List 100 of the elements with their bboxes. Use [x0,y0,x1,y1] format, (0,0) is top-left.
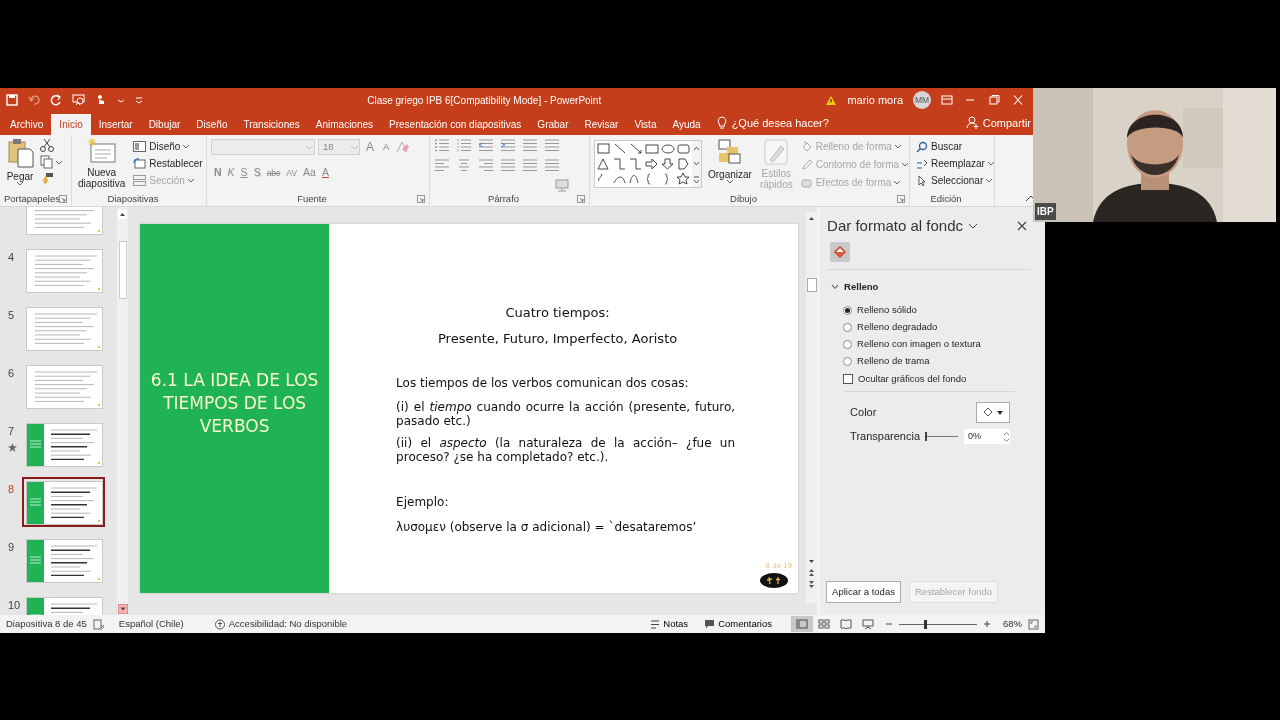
decrease-indent-icon[interactable] [478,138,494,153]
align-center-icon[interactable] [456,158,472,173]
justify-icon[interactable] [500,158,516,173]
caret-icon[interactable] [986,178,993,183]
search-prompt[interactable]: ¿Qué desea hacer? [731,114,829,131]
chevron-icon[interactable] [968,222,978,231]
caret-icon[interactable] [726,180,733,184]
bullet-list-icon[interactable] [434,138,450,153]
zoom-slider-thumb[interactable] [923,619,927,629]
ribbon-command[interactable]: Reemplazar [914,155,996,172]
spellcheck-icon[interactable] [92,618,105,630]
format-button[interactable]: K [224,164,238,182]
radio-option[interactable]: Relleno degradado [843,318,938,336]
ribbon-tab[interactable]: Ayuda [664,114,709,135]
previous-slide-icon[interactable] [807,567,817,577]
ribbon-tab[interactable]: Archivo [2,114,52,135]
radio-button[interactable] [843,356,853,366]
format-button[interactable]: A [318,164,332,182]
checkbox[interactable] [843,374,854,384]
presentation-icon[interactable] [72,94,85,106]
ribbon-tab[interactable]: Presentación con diapositivas [381,114,530,135]
line-spacing-icon[interactable] [522,138,538,153]
language-indicator[interactable]: Español (Chile) [118,616,184,632]
arrange-button[interactable]: Organizar [706,138,754,192]
shape-gallery[interactable] [594,140,702,188]
radio-button[interactable] [843,339,853,349]
increase-indent-icon[interactable] [500,138,516,153]
zoom-level[interactable]: 68% [1003,616,1022,632]
ribbon-tab[interactable]: Dibujar [140,114,189,135]
align-text-icon[interactable] [544,158,560,173]
section-header[interactable]: Relleno [831,278,879,296]
radio-option[interactable]: Relleno sólido [843,301,917,319]
radio-option[interactable]: Relleno con imagen o textura [843,335,981,353]
ribbon-command[interactable]: Seleccionar [914,172,996,189]
fill-tab[interactable] [830,241,851,262]
ribbon-tab[interactable]: Inicio [51,114,91,135]
radio-button[interactable] [843,305,853,315]
ribbon-tab[interactable]: Diseño [188,114,236,135]
fit-to-window-icon[interactable] [1028,618,1039,630]
notes-button[interactable]: Notas [645,616,694,632]
align-left-icon[interactable] [434,158,450,173]
customize-icon[interactable] [135,94,143,106]
slide-thumbnail[interactable] [22,477,105,527]
share-button[interactable]: Compartir [982,114,1031,131]
dialog-launcher-icon[interactable] [577,195,585,203]
scroll-up-icon[interactable] [807,214,817,222]
dialog-launcher-icon[interactable] [59,195,67,203]
paste-button[interactable]: Pegar [4,138,36,192]
accessibility-status[interactable]: Accesibilidad: No disponible [228,616,348,632]
ribbon-command[interactable]: Restablecer [131,155,205,172]
ribbon-tab[interactable]: Revisar [576,114,627,135]
scrollbar-thumb[interactable] [118,241,127,299]
ribbon-tab[interactable]: Animaciones [307,114,382,135]
checkbox-option[interactable]: Ocultar gráficos del fondo [843,370,967,388]
new-slide-button[interactable]: Nueva diapositiva [76,138,128,192]
radio-button[interactable] [843,322,853,332]
numbered-list-icon[interactable] [456,138,472,153]
format-button[interactable]: S [250,164,264,182]
align-right-icon[interactable] [478,158,494,173]
touch-icon[interactable] [95,94,107,106]
comments-button[interactable]: Comentarios [699,616,777,632]
radio-option[interactable]: Relleno de trama [843,352,930,370]
caret-icon[interactable] [183,144,190,149]
format-button[interactable]: N [211,164,225,182]
ribbon-tab[interactable]: Transiciones [235,114,308,135]
text-direction-icon[interactable] [544,138,560,153]
format-button[interactable]: S [237,164,251,182]
scroll-up-icon[interactable] [118,210,127,219]
close-icon[interactable] [1017,221,1027,232]
ribbon-display-icon[interactable] [941,95,953,105]
pane-button[interactable]: Aplicar a todas [826,580,901,603]
font-size-button[interactable]: A [363,138,377,156]
spinner-icon[interactable] [1003,430,1010,443]
scissors-icon[interactable] [40,138,54,152]
format-painter-icon[interactable] [40,172,54,186]
scroll-down-icon[interactable] [117,604,128,614]
zoom-out-icon[interactable] [885,620,893,628]
ribbon-command[interactable]: Diseño [131,138,205,155]
font-name-field[interactable] [211,139,315,155]
close-icon[interactable] [1011,95,1025,105]
ribbon-tab[interactable]: Insertar [90,114,141,135]
user-avatar[interactable]: MM [913,91,931,109]
view-button[interactable] [791,616,813,632]
redo-icon[interactable] [50,94,62,106]
restore-icon[interactable] [987,95,1001,105]
caret-icon[interactable] [17,182,23,186]
format-button[interactable]: Aa [300,164,319,182]
dialog-launcher-icon[interactable] [897,195,905,203]
ribbon-tab[interactable]: Vista [626,114,665,135]
copy-icon[interactable] [40,155,62,169]
scrollbar-thumb[interactable] [806,278,817,292]
zoom-in-icon[interactable] [983,620,991,628]
ribbon-command[interactable]: Buscar [914,138,996,155]
columns-icon[interactable] [522,158,538,173]
scroll-down-icon[interactable] [807,557,817,565]
save-icon[interactable] [6,94,18,106]
ribbon-tab[interactable]: Grabar [529,114,577,135]
color-picker[interactable] [976,402,1010,423]
font-size-field[interactable]: 18 [318,139,360,155]
user-name[interactable]: mario mora [847,91,903,109]
